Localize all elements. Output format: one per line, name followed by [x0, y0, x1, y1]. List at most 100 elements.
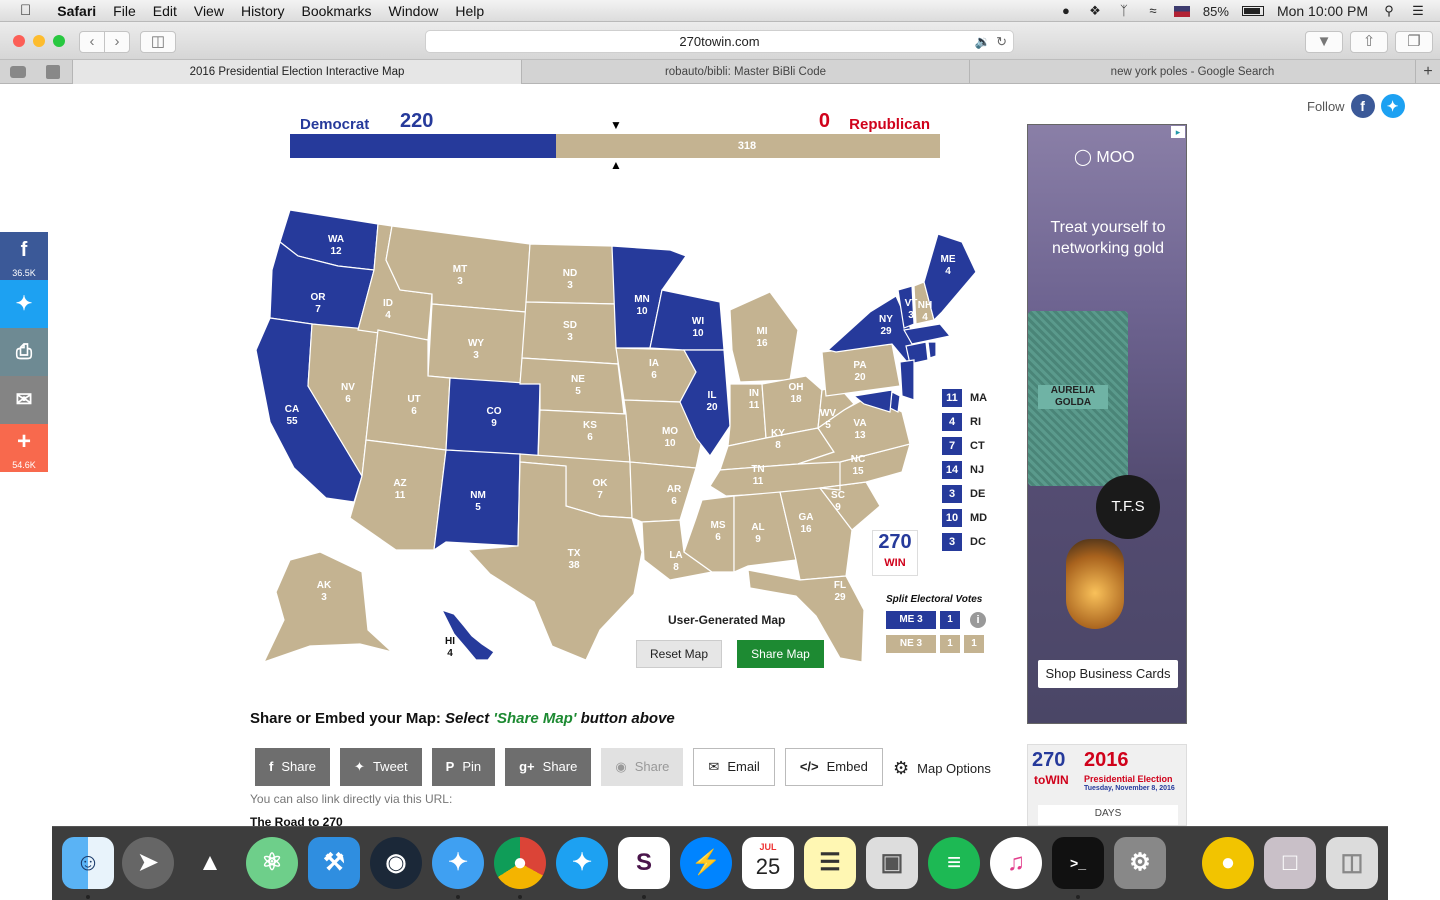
small-state-ri[interactable]: 4 RI — [942, 410, 987, 434]
menu-bookmarks[interactable]: Bookmarks — [302, 3, 372, 19]
moo-advertisement[interactable]: ▸ ◯ MOO Treat yourself to networking gol… — [1027, 124, 1187, 724]
split-me-district-1[interactable]: 1 — [940, 611, 960, 629]
map-options-button[interactable]: ⚙ Map Options — [893, 758, 991, 779]
safari-icon[interactable]: ✦ — [432, 837, 484, 889]
arduino-icon[interactable]: ▲ — [184, 837, 236, 889]
finder-icon[interactable]: ☺ — [62, 837, 114, 889]
system-preferences-icon[interactable]: ⚙ — [1114, 837, 1166, 889]
battery-icon[interactable] — [1241, 6, 1264, 16]
split-ne-district-2[interactable]: 1 — [964, 635, 984, 653]
twitter-share-button[interactable]: ✦ — [0, 280, 48, 328]
ad-shop-button[interactable]: Shop Business Cards — [1038, 660, 1178, 688]
youtube-favorite-icon[interactable] — [10, 66, 26, 78]
small-state-ct[interactable]: 7 CT — [942, 434, 987, 458]
app-menu-safari[interactable]: Safari — [57, 3, 96, 19]
small-state-nj[interactable]: 14 NJ — [942, 458, 987, 482]
menu-view[interactable]: View — [194, 3, 224, 19]
small-state-dc[interactable]: 3 DC — [942, 530, 987, 554]
back-button[interactable]: ‹ — [79, 31, 105, 53]
split-ne-district-1[interactable]: 1 — [940, 635, 960, 653]
forward-button[interactable]: › — [104, 31, 130, 53]
menu-history[interactable]: History — [241, 3, 285, 19]
state-label-mn: MN 10 — [622, 294, 662, 318]
audio-icon[interactable]: 🔉 — [975, 31, 991, 52]
twitter-follow-icon[interactable]: ✦ — [1380, 94, 1405, 118]
google-plus-share-button[interactable]: g+ Share — [505, 748, 592, 786]
dropbox-icon[interactable]: ❖ — [1087, 4, 1103, 18]
facebook-share-button[interactable]: f 36.5K — [0, 232, 48, 280]
menu-edit[interactable]: Edit — [153, 3, 177, 19]
launchpad-icon[interactable]: ➤ — [122, 837, 174, 889]
apple-menu-icon[interactable]:  — [20, 2, 31, 19]
state-ri[interactable] — [927, 341, 937, 359]
new-tab-button[interactable]: + — [1415, 60, 1440, 84]
menu-help[interactable]: Help — [455, 3, 484, 19]
chrome-icon[interactable]: ● — [494, 837, 546, 889]
addthis-more-button[interactable]: + 54.6K — [0, 424, 48, 472]
embed-map-button[interactable]: </> Embed — [784, 748, 883, 786]
facebook-favorite-icon[interactable] — [46, 65, 60, 79]
small-state-md[interactable]: 10 MD — [942, 506, 987, 530]
preview-icon[interactable]: ▣ — [866, 837, 918, 889]
button-label: Email — [727, 759, 760, 774]
calendar-icon[interactable]: JUL 25 — [742, 837, 794, 889]
election-countdown-promo[interactable]: 270 toWIN 2016 Presidential Election Tue… — [1027, 744, 1187, 826]
tweetbot-icon[interactable]: ✦ — [556, 837, 608, 889]
state-abbr: VA — [853, 418, 867, 429]
share-button[interactable]: ⇧ — [1350, 31, 1388, 53]
menu-file[interactable]: File — [113, 3, 136, 19]
slack-icon[interactable]: S — [618, 837, 670, 889]
close-window-button[interactable] — [13, 35, 25, 47]
alien-icon[interactable]: ● — [1058, 4, 1074, 18]
tabs-overview-button[interactable]: ❐ — [1395, 31, 1433, 53]
print-button[interactable]: ⎙ — [0, 328, 48, 376]
spotify-icon[interactable]: ≡ — [928, 837, 980, 889]
messenger-icon[interactable]: ⚡ — [680, 837, 732, 889]
adchoices-icon[interactable]: ▸ — [1171, 126, 1185, 138]
notification-center-icon[interactable]: ☰ — [1410, 4, 1426, 18]
republican-label: Republican — [849, 116, 930, 133]
address-bar[interactable]: 270towin.com 🔉 ↻ — [425, 30, 1014, 53]
state-nj[interactable] — [899, 359, 915, 401]
xcode-icon[interactable]: ⚒ — [308, 837, 360, 889]
email-map-button[interactable]: ✉ Email — [693, 748, 775, 786]
flag-icon[interactable] — [1173, 5, 1190, 17]
wifi-icon[interactable]: ≈ — [1145, 4, 1161, 18]
facebook-share-map-button[interactable]: f Share — [255, 748, 331, 786]
notes-icon[interactable]: ☰ — [804, 837, 856, 889]
cyberduck-icon[interactable]: ● — [1202, 837, 1254, 889]
small-state-ma[interactable]: 11 MA — [942, 386, 987, 410]
share-map-button[interactable]: Share Map — [737, 640, 824, 668]
clock[interactable]: Mon 10:00 PM — [1277, 3, 1368, 19]
reload-icon[interactable]: ↻ — [996, 31, 1007, 52]
reset-map-button[interactable]: Reset Map — [636, 640, 722, 668]
split-me-button[interactable]: ME 3 — [886, 611, 936, 629]
pinterest-pin-button[interactable]: P Pin — [431, 748, 496, 786]
state-ma[interactable] — [903, 323, 952, 345]
bluetooth-icon[interactable]: ᛉ — [1116, 4, 1132, 18]
state-ak[interactable] — [262, 551, 393, 664]
itunes-icon[interactable]: ♫ — [990, 837, 1042, 889]
sidebar-toggle-button[interactable]: ◫ — [140, 31, 176, 53]
atom-icon[interactable]: ⚛ — [246, 837, 298, 889]
steam-icon[interactable]: ◉ — [370, 837, 422, 889]
tab-270towin[interactable]: 2016 Presidential Election Interactive M… — [72, 60, 521, 84]
menu-window[interactable]: Window — [389, 3, 439, 19]
tab-bibli[interactable]: robauto/bibli: Master BiBli Code — [521, 60, 969, 84]
tab-google-search[interactable]: new york poles - Google Search — [969, 60, 1415, 84]
downloads-button[interactable]: ▼ — [1305, 31, 1343, 53]
email-share-button[interactable]: ✉ — [0, 376, 48, 424]
downloads-stack-icon[interactable]: □ — [1264, 837, 1316, 889]
tweet-map-button[interactable]: ✦ Tweet — [340, 748, 422, 786]
minimize-window-button[interactable] — [33, 35, 45, 47]
split-ne-button[interactable]: NE 3 — [886, 635, 936, 653]
spotlight-search-icon[interactable]: ⚲ — [1381, 4, 1397, 18]
small-state-de[interactable]: 3 DE — [942, 482, 987, 506]
logo-win: WIN — [884, 557, 906, 569]
info-icon[interactable]: i — [970, 612, 986, 628]
terminal-icon[interactable]: >_ — [1052, 837, 1104, 889]
trash-icon[interactable]: ◫ — [1326, 837, 1378, 889]
facebook-follow-icon[interactable]: f — [1350, 94, 1375, 118]
reddit-share-button[interactable]: ◉ Share — [601, 748, 684, 786]
zoom-window-button[interactable] — [53, 35, 65, 47]
